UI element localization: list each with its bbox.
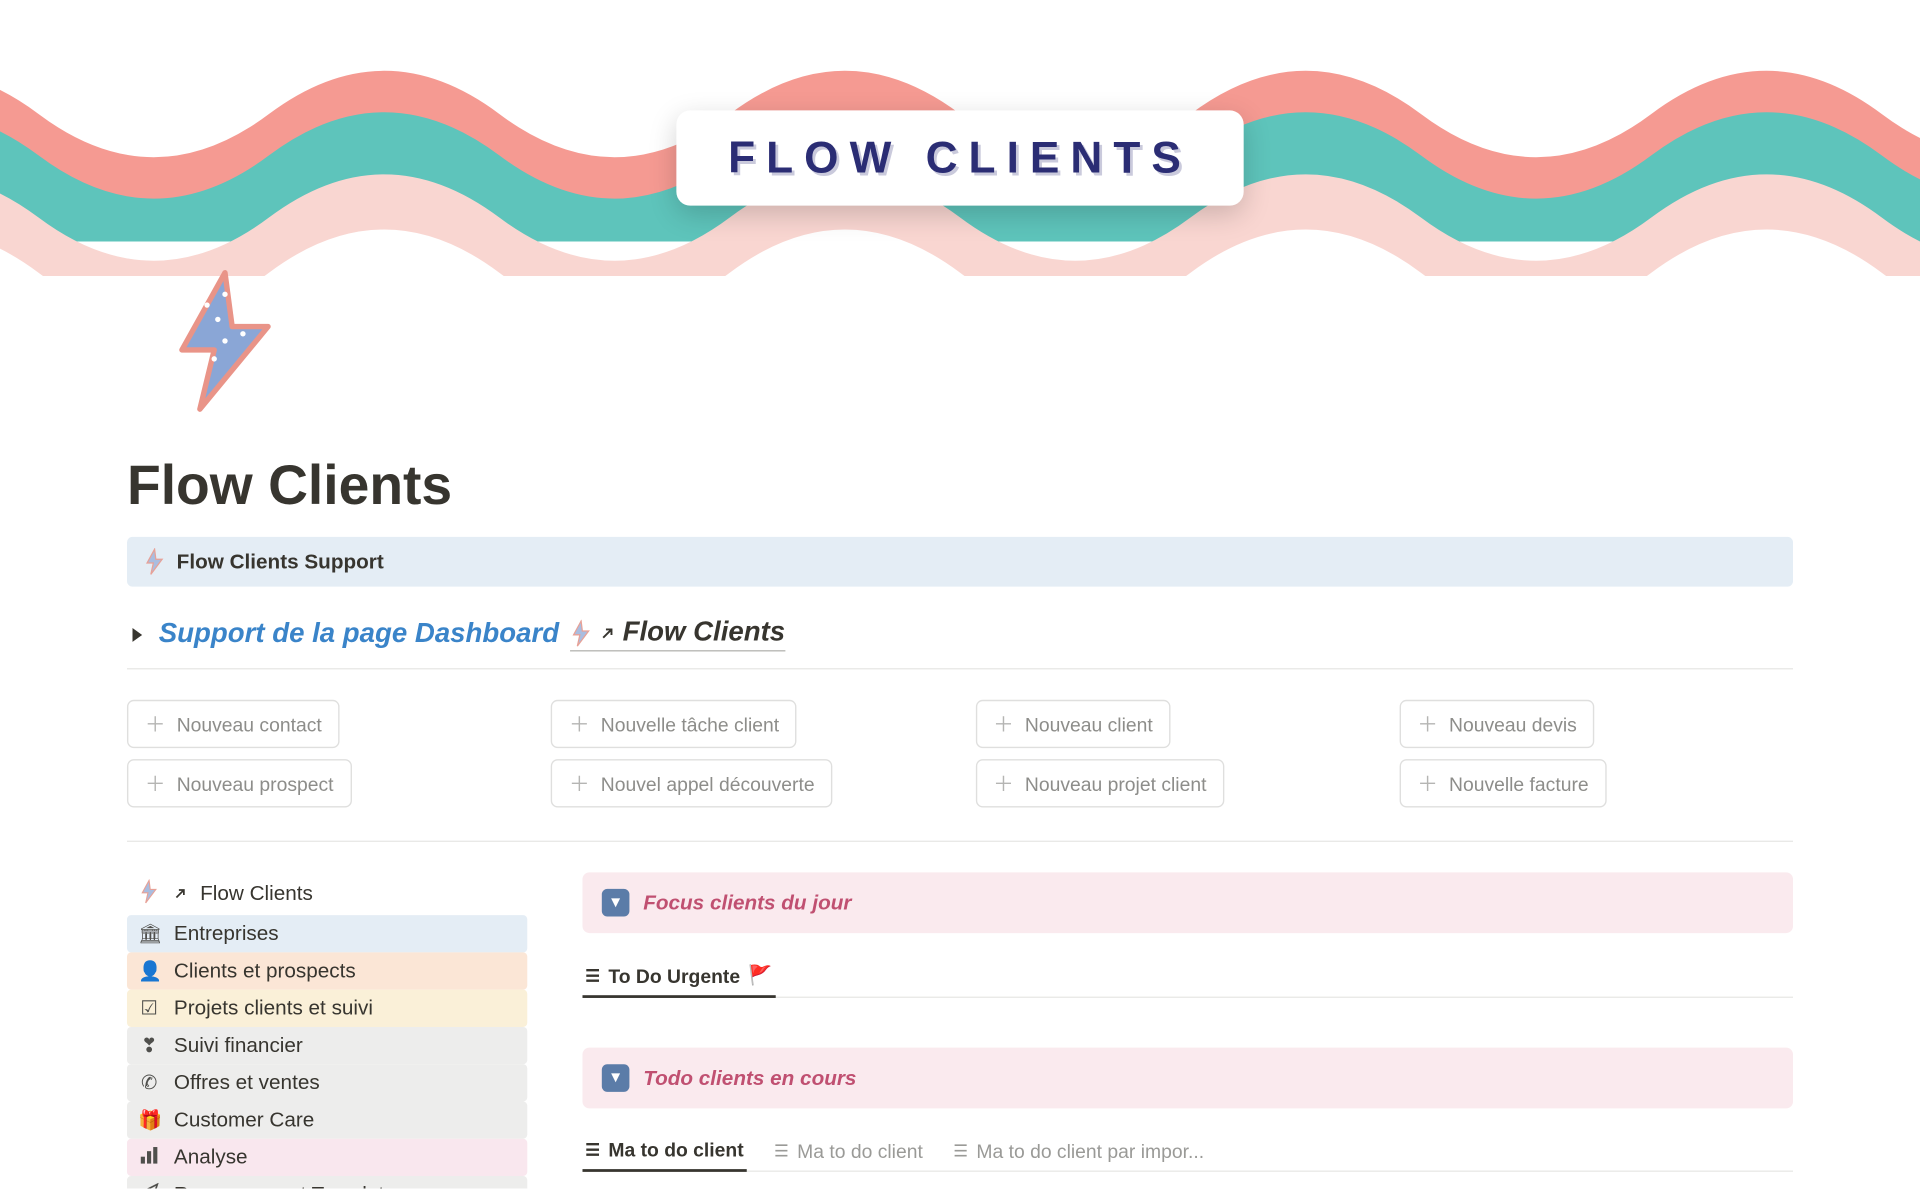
plus-icon: ＋ — [145, 769, 166, 798]
sidebar-item-label: Customer Care — [174, 1108, 314, 1131]
sidebar-item-customer-care[interactable]: 🎁 Customer Care — [127, 1101, 527, 1138]
button-label: Nouveau contact — [177, 713, 322, 735]
chart-bar-icon — [138, 1146, 160, 1169]
tab-ma-todo-client-1[interactable]: ☰ Ma to do client — [582, 1130, 746, 1171]
lightning-bolt-icon — [138, 879, 160, 908]
person-icon: 👤 — [138, 959, 160, 982]
sidebar-item-label: Flow Clients — [200, 882, 313, 905]
sidebar-item-label: Ressources et Templates — [174, 1183, 406, 1189]
cover-image: FLOW CLIENTS — [0, 0, 1920, 276]
tab-label: Ma to do client — [608, 1139, 743, 1161]
phone-icon: ✆ — [138, 1071, 160, 1094]
arrow-up-right-icon — [174, 888, 186, 900]
toggle-arrow-icon — [133, 627, 143, 641]
list-icon: ☰ — [774, 1141, 789, 1160]
flag-icon: 🚩 — [748, 963, 772, 986]
plus-icon: ＋ — [1417, 769, 1438, 798]
building-icon: 🏛 — [138, 922, 160, 945]
sidebar-item-analyse[interactable]: Analyse — [127, 1139, 527, 1176]
sidebar-item-financier[interactable]: ❣ Suivi financier — [127, 1027, 527, 1064]
new-invoice-button[interactable]: ＋ Nouvelle facture — [1399, 759, 1606, 807]
callout-text: Flow Clients Support — [177, 550, 384, 573]
gift-icon: 🎁 — [138, 1108, 160, 1131]
tab-label: Ma to do client — [797, 1139, 923, 1161]
sidebar-item-ressources[interactable]: Ressources et Templates — [127, 1176, 527, 1188]
arrow-down-badge-icon: ▼ — [602, 889, 630, 917]
plus-icon: ＋ — [993, 709, 1014, 738]
new-client-project-button[interactable]: ＋ Nouveau projet client — [975, 759, 1224, 807]
button-label: Nouveau client — [1025, 713, 1153, 735]
lightning-bolt-icon — [570, 619, 592, 647]
new-quote-button[interactable]: ＋ Nouveau devis — [1399, 700, 1595, 748]
button-label: Nouveau prospect — [177, 772, 334, 794]
sidebar-item-label: Projets clients et suivi — [174, 997, 373, 1020]
cover-title: FLOW CLIENTS — [728, 133, 1192, 184]
sidebar-item-flow-clients[interactable]: Flow Clients — [127, 872, 527, 915]
plus-icon: ＋ — [569, 709, 590, 738]
checklist-icon: ☑ — [138, 997, 160, 1020]
focus-label: Todo clients en cours — [643, 1066, 856, 1089]
sidebar-item-label: Suivi financier — [174, 1034, 303, 1057]
paper-plane-icon — [138, 1183, 160, 1189]
button-label: Nouvel appel découverte — [601, 772, 815, 794]
view-tabs-todo: ☰ Ma to do client ☰ Ma to do client ☰ Ma… — [582, 1130, 1793, 1171]
sidebar-item-projets[interactable]: ☑ Projets clients et suivi — [127, 990, 527, 1027]
plus-icon: ＋ — [145, 709, 166, 738]
plus-icon: ＋ — [569, 769, 590, 798]
todo-clients-callout: ▼ Todo clients en cours — [582, 1048, 1793, 1109]
page-title: Flow Clients — [127, 455, 1793, 517]
dashboard-support-toggle[interactable]: Support de la page Dashboard Flow Client… — [127, 606, 1793, 669]
new-prospect-button[interactable]: ＋ Nouveau prospect — [127, 759, 352, 807]
button-label: Nouveau projet client — [1025, 772, 1207, 794]
support-callout[interactable]: Flow Clients Support — [127, 537, 1793, 587]
toggle-sublink[interactable]: Flow Clients — [570, 617, 785, 652]
sidebar-item-label: Offres et ventes — [174, 1071, 320, 1094]
tab-label: To Do Urgente — [608, 964, 740, 986]
tab-label: Ma to do client par impor... — [976, 1139, 1204, 1161]
new-client-task-button[interactable]: ＋ Nouvelle tâche client — [551, 700, 797, 748]
new-discovery-call-button[interactable]: ＋ Nouvel appel découverte — [551, 759, 832, 807]
tab-todo-urgente[interactable]: ☰ To Do Urgente 🚩 — [582, 955, 775, 998]
lightning-bolt-icon — [171, 269, 279, 413]
lightning-bolt-icon — [144, 548, 166, 576]
cover-title-box: FLOW CLIENTS — [676, 110, 1245, 205]
sidebar-item-label: Entreprises — [174, 922, 279, 945]
page-icon[interactable] — [171, 269, 279, 393]
tab-ma-todo-client-2[interactable]: ☰ Ma to do client — [771, 1131, 925, 1170]
button-label: Nouvelle facture — [1449, 772, 1589, 794]
sidebar-nav: Flow Clients 🏛 Entreprises 👤 Clients et … — [127, 872, 527, 1188]
button-label: Nouvelle tâche client — [601, 713, 779, 735]
sidebar-item-label: Analyse — [174, 1146, 248, 1169]
view-tabs-urgente: ☰ To Do Urgente 🚩 — [582, 955, 1793, 998]
arrow-up-right-icon — [600, 626, 614, 640]
new-client-button[interactable]: ＋ Nouveau client — [975, 700, 1171, 748]
toggle-sub-text: Flow Clients — [623, 617, 786, 649]
tab-ma-todo-client-import[interactable]: ☰ Ma to do client par impor... — [950, 1131, 1206, 1170]
sidebar-item-entreprises[interactable]: 🏛 Entreprises — [127, 915, 527, 952]
heart-broken-icon: ❣ — [138, 1034, 160, 1057]
quick-actions: ＋ Nouveau contact ＋ Nouveau prospect ＋ Nouv… — [127, 700, 1793, 842]
arrow-down-badge-icon: ▼ — [602, 1064, 630, 1092]
toggle-link-text: Support de la page Dashboard — [159, 618, 559, 650]
button-label: Nouveau devis — [1449, 713, 1577, 735]
new-contact-button[interactable]: ＋ Nouveau contact — [127, 700, 340, 748]
sidebar-item-clients-prospects[interactable]: 👤 Clients et prospects — [127, 952, 527, 989]
list-icon: ☰ — [953, 1141, 968, 1160]
sidebar-item-label: Clients et prospects — [174, 959, 356, 982]
list-icon: ☰ — [585, 966, 600, 985]
plus-icon: ＋ — [993, 769, 1014, 798]
plus-icon: ＋ — [1417, 709, 1438, 738]
focus-label: Focus clients du jour — [643, 891, 851, 914]
list-icon: ☰ — [585, 1140, 600, 1159]
sidebar-item-offres[interactable]: ✆ Offres et ventes — [127, 1064, 527, 1101]
focus-clients-callout: ▼ Focus clients du jour — [582, 872, 1793, 933]
